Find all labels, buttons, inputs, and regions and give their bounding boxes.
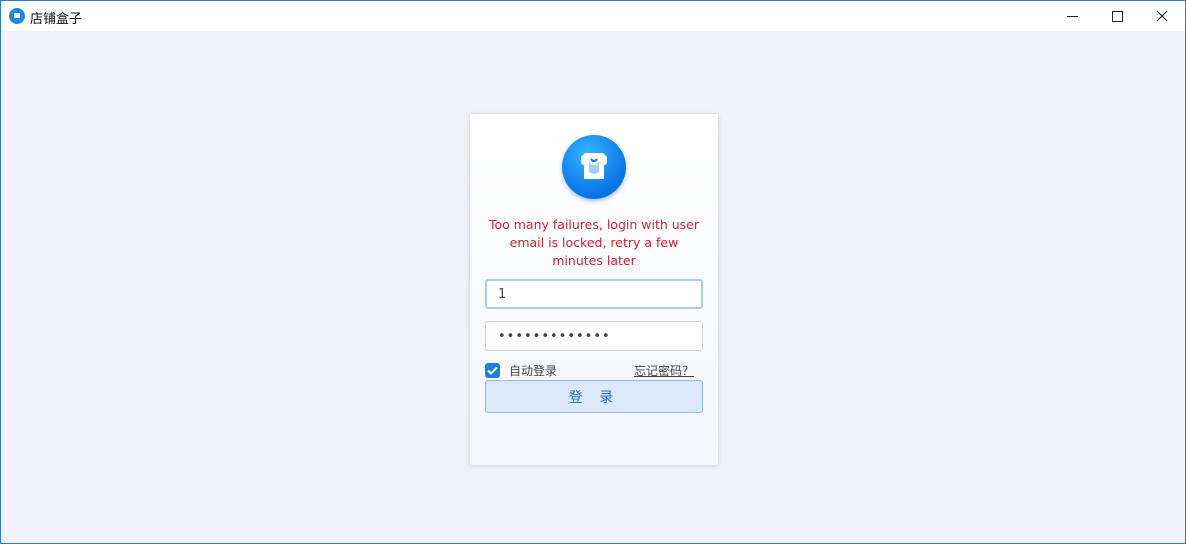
app-window: 店铺盒子 Too many failures, login with user …: [0, 0, 1186, 544]
title-bar[interactable]: 店铺盒子: [1, 1, 1185, 31]
checkmark-icon: [487, 366, 498, 375]
password-value: •••••••••••••: [498, 328, 611, 344]
window-title: 店铺盒子: [30, 12, 83, 27]
close-button[interactable]: [1139, 1, 1185, 31]
store-icon: [581, 153, 607, 179]
store-logo: [562, 135, 626, 199]
auto-login-label: 自动登录: [509, 364, 558, 378]
forgot-password-link[interactable]: 忘记密码？: [634, 362, 694, 379]
auto-login-option[interactable]: 自动登录: [485, 362, 557, 379]
close-icon: [1156, 10, 1168, 22]
username-value: 1: [498, 286, 507, 302]
auto-login-checkbox[interactable]: [485, 363, 500, 378]
username-input[interactable]: 1: [485, 279, 703, 309]
minimize-icon: [1066, 15, 1078, 17]
login-button[interactable]: 登 录: [485, 380, 703, 413]
maximize-button[interactable]: [1094, 1, 1140, 31]
app-logo-icon: [9, 8, 25, 24]
password-input[interactable]: •••••••••••••: [485, 321, 703, 351]
login-error-message: Too many failures, login with user email…: [488, 217, 700, 268]
maximize-icon: [1111, 10, 1123, 22]
login-card: Too many failures, login with user email…: [469, 113, 719, 466]
minimize-button[interactable]: [1049, 1, 1095, 31]
